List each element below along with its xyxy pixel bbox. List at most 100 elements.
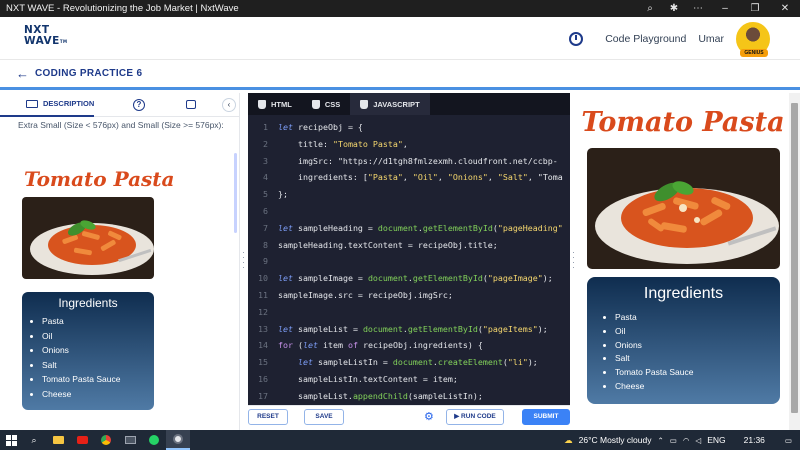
volume-icon[interactable]: ◁	[695, 436, 701, 445]
tab-description[interactable]: DESCRIPTION	[0, 93, 95, 117]
code-text[interactable]: imgSrc: "https://d1tgh8fmlzexmh.cloudfro…	[278, 153, 558, 170]
code-line[interactable]: 1 let recipeObj = {	[248, 119, 570, 136]
code-line[interactable]: 17 sampleList.appendChild(sampleListIn);	[248, 388, 570, 405]
help-icon[interactable]: ?	[133, 99, 145, 111]
line-number: 9	[263, 256, 268, 267]
close-icon[interactable]: ✕	[770, 0, 800, 17]
reset-button[interactable]: RESET	[248, 409, 288, 425]
list-item: Salt	[42, 358, 154, 373]
collapse-panel-button[interactable]: ‹	[222, 98, 236, 112]
code-text[interactable]: sampleListIn.textContent = item;	[278, 371, 458, 388]
preview-scrollbar-thumb[interactable]	[791, 103, 798, 413]
code-line[interactable]: 15 let sampleListIn = document.createEle…	[248, 354, 570, 371]
chrome-icon[interactable]	[94, 430, 118, 450]
notification-icon[interactable]: ▭	[785, 436, 792, 445]
html-icon	[258, 99, 266, 109]
code-line[interactable]: 13 let sampleList = document.getElementBy…	[248, 321, 570, 338]
code-text[interactable]: let recipeObj = {	[278, 119, 363, 136]
code-text[interactable]: let sampleImage = document.getElementByI…	[278, 270, 553, 287]
gear-icon[interactable]: ⚙	[424, 411, 434, 423]
line-number: 6	[263, 205, 268, 216]
code-playground-link[interactable]: Code Playground	[605, 33, 686, 45]
weather-icon[interactable]: ☁	[564, 435, 573, 446]
timer-icon[interactable]	[569, 31, 584, 46]
line-number: 17	[258, 390, 268, 401]
wifi-icon[interactable]: ◠	[683, 436, 690, 445]
code-text[interactable]: sampleList.appendChild(sampleListIn);	[278, 388, 483, 405]
line-number: 12	[258, 306, 268, 317]
code-line[interactable]: 6	[248, 203, 570, 220]
tab-css[interactable]: CSS	[302, 93, 350, 115]
restore-icon[interactable]: ❐	[740, 0, 770, 17]
line-number: 13	[258, 323, 268, 334]
code-line[interactable]: 9	[248, 253, 570, 270]
preview-scrollbar[interactable]	[789, 93, 800, 430]
search-icon[interactable]: ⌕	[22, 430, 46, 450]
list-item: Onions	[42, 343, 154, 358]
run-code-button[interactable]: ▶ RUN CODE	[446, 409, 504, 425]
code-line[interactable]: 8 sampleHeading.textContent = recipeObj.t…	[248, 237, 570, 254]
code-line[interactable]: 14 for (let item of recipeObj.ingredients…	[248, 337, 570, 354]
code-text[interactable]: sampleImage.src = recipeObj.imgSrc;	[278, 287, 453, 304]
code-area[interactable]: 1 let recipeObj = {2 title: "Tomato Pasta…	[248, 115, 570, 405]
media-app-icon[interactable]	[118, 430, 142, 450]
submit-button[interactable]: SUBMIT	[522, 409, 570, 425]
code-line[interactable]: 16 sampleListIn.textContent = item;	[248, 371, 570, 388]
code-line[interactable]: 5};	[248, 186, 570, 203]
discussion-icon[interactable]	[186, 100, 196, 109]
output-preview: Tomato Pasta Ingredients Pasta Oil Onion…	[577, 93, 789, 430]
code-line[interactable]: 4 ingredients: ["Pasta", "Oil", "Onions"…	[248, 169, 570, 186]
description-scrollbar[interactable]	[234, 153, 237, 233]
line-number: 16	[258, 373, 268, 384]
code-editor[interactable]: HTML CSS JAVASCRIPT 1 let recipeObj = {2 …	[248, 93, 570, 405]
code-line[interactable]: 2 title: "Tomato Pasta",	[248, 136, 570, 153]
minimize-icon[interactable]: –	[710, 0, 740, 17]
code-line[interactable]: 10 let sampleImage = document.getElementB…	[248, 270, 570, 287]
list-item: Salt	[615, 352, 780, 366]
line-number: 5	[263, 189, 268, 200]
nxtwave-logo[interactable]: NXT WAVETM	[24, 25, 70, 51]
language-indicator[interactable]: ENG	[707, 435, 725, 445]
youtube-icon[interactable]	[70, 430, 94, 450]
code-line[interactable]: 3 imgSrc: "https://d1tgh8fmlzexmh.cloudf…	[248, 153, 570, 170]
code-text[interactable]: };	[278, 186, 288, 203]
ingredients-card: Ingredients Pasta Oil Onions Salt Tomato…	[587, 277, 780, 404]
avatar[interactable]: GENIUS	[736, 21, 770, 57]
code-line[interactable]: 12	[248, 304, 570, 321]
code-text[interactable]: let sampleList = document.getElementById…	[278, 321, 548, 338]
window-titlebar: NXT WAVE - Revolutionizing the Job Marke…	[0, 0, 800, 17]
left-resize-handle[interactable]: · · · ·	[242, 249, 245, 272]
code-text[interactable]: let sampleListIn = document.createElemen…	[278, 354, 538, 371]
description-panel: DESCRIPTION ? ‹ Extra Small (Size < 576p…	[0, 93, 240, 430]
browser-app-icon[interactable]	[166, 430, 190, 450]
whatsapp-icon[interactable]	[142, 430, 166, 450]
list-item: Oil	[42, 329, 154, 344]
small-preview-title: Tomato Pasta	[24, 167, 175, 191]
code-text[interactable]: sampleHeading.textContent = recipeObj.ti…	[278, 237, 498, 254]
clock[interactable]: 21:36	[744, 435, 765, 445]
document-icon	[26, 99, 38, 108]
save-button[interactable]: SAVE	[304, 409, 344, 425]
weather-text[interactable]: 26°C Mostly cloudy	[579, 435, 652, 445]
pasta-image	[587, 148, 780, 269]
code-text[interactable]: let sampleHeading = document.getElementB…	[278, 220, 563, 237]
windows-start-icon[interactable]	[0, 430, 22, 450]
line-number: 1	[263, 122, 268, 132]
code-text[interactable]: for (let item of recipeObj.ingredients) …	[278, 337, 483, 354]
code-line[interactable]: 11 sampleImage.src = recipeObj.imgSrc;	[248, 287, 570, 304]
zoom-icon[interactable]: ⌕	[638, 0, 662, 17]
code-text[interactable]: ingredients: ["Pasta", "Oil", "Onions", …	[278, 169, 563, 186]
tray-chevron-icon[interactable]: ⌃	[657, 436, 663, 445]
back-arrow-icon[interactable]: ←	[16, 67, 29, 80]
page-title: CODING PRACTICE 6	[35, 68, 143, 79]
code-line[interactable]: 7 let sampleHeading = document.getElement…	[248, 220, 570, 237]
right-resize-handle[interactable]: · · · ·	[572, 249, 575, 272]
network-icon[interactable]: ▭	[670, 436, 677, 445]
code-text[interactable]: title: "Tomato Pasta",	[278, 136, 408, 153]
tab-javascript[interactable]: JAVASCRIPT	[350, 93, 430, 115]
avatar-badge: GENIUS	[740, 48, 768, 57]
extensions-icon[interactable]: ✱	[662, 0, 686, 17]
more-options-icon[interactable]: ⋯	[686, 0, 710, 17]
file-explorer-icon[interactable]	[46, 430, 70, 450]
tab-html[interactable]: HTML	[248, 93, 302, 115]
